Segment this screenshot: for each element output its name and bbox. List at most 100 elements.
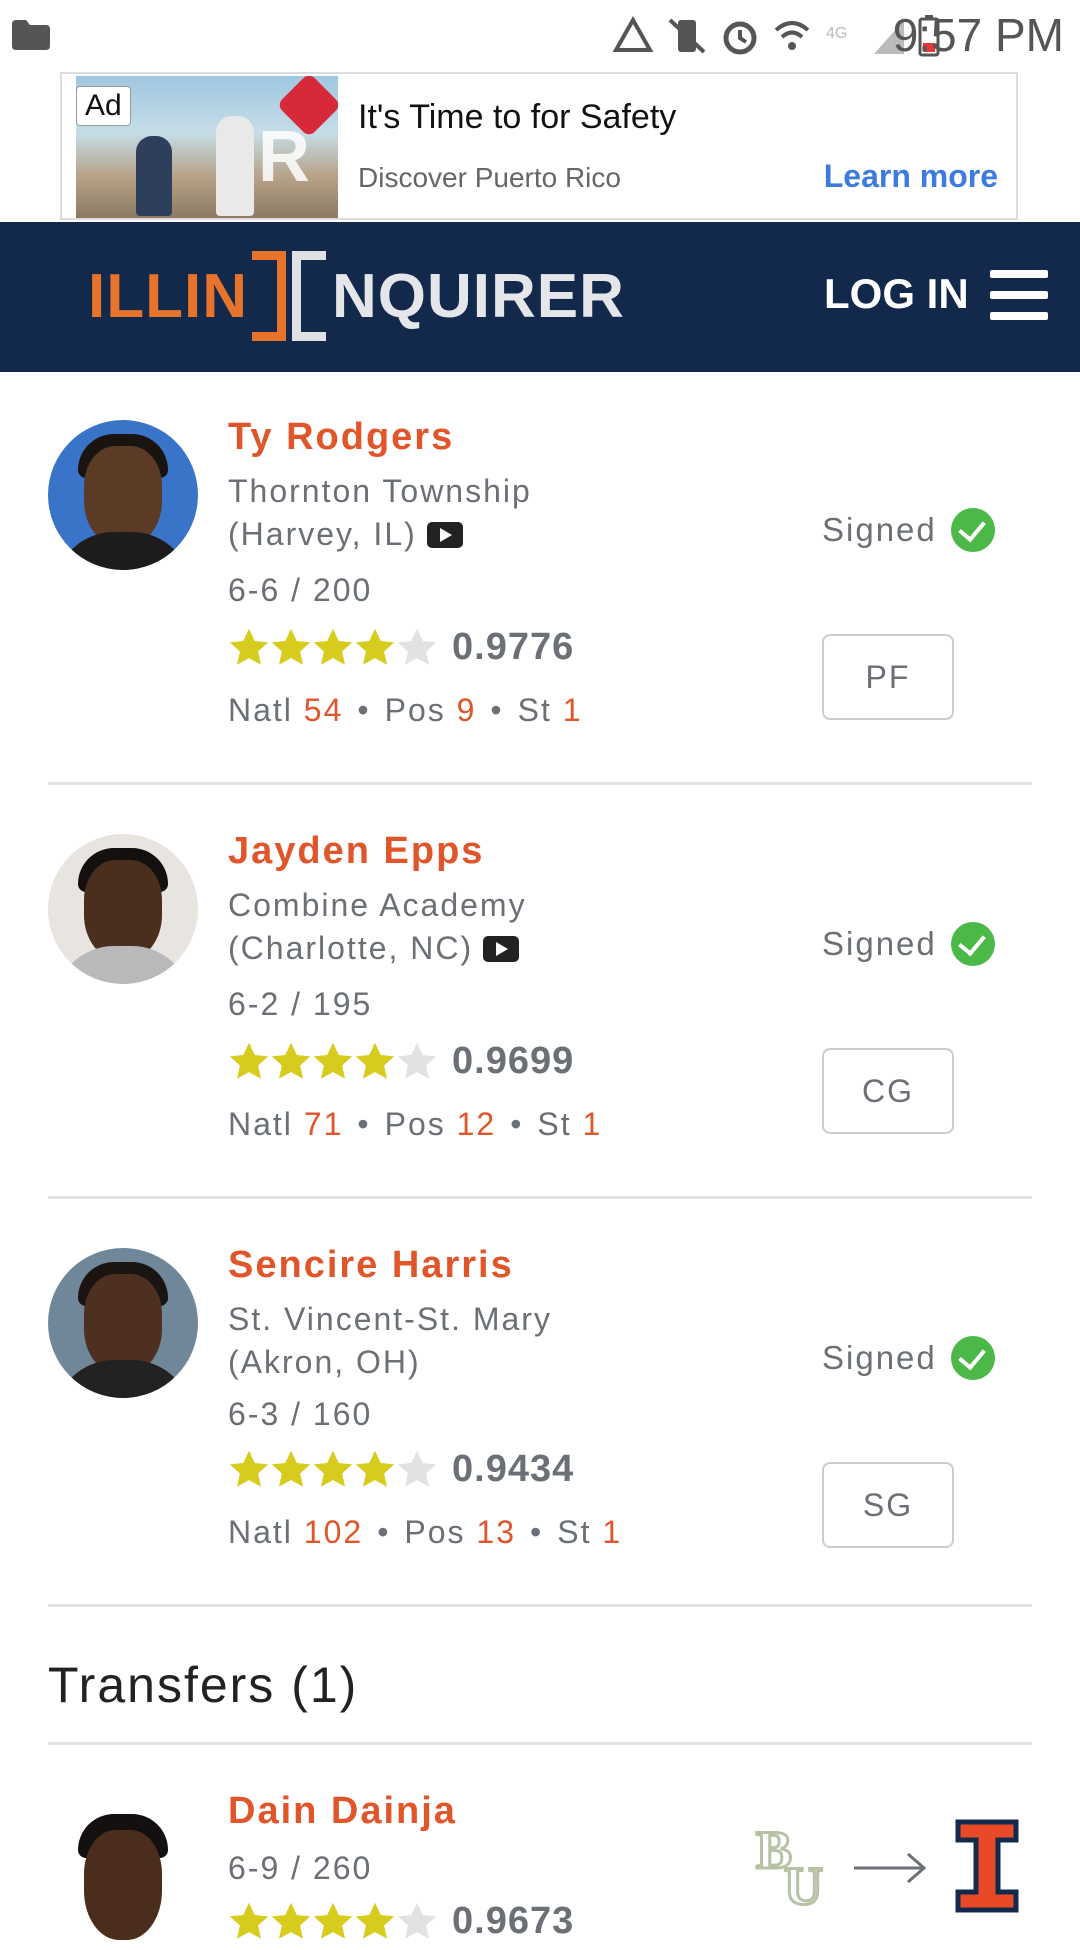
divider [48,1742,1032,1745]
height-weight: 6-2 / 195 [228,986,373,1022]
star-icon [229,628,269,665]
video-icon[interactable] [426,522,463,548]
arrow-right-icon [854,1852,927,1884]
wifi-icon [774,21,810,50]
recruit-card[interactable]: Ty Rodgers Thornton Township (Harvey, IL… [48,378,1032,792]
star-icon [313,1450,353,1487]
login-button[interactable]: LOG IN [824,270,969,318]
star-icon [355,1042,395,1079]
height-weight: 6-6 / 200 [228,572,373,608]
ad-title[interactable]: It's Time to for Safety [358,98,676,137]
player-name[interactable]: Sencire Harris [228,1244,514,1287]
rating-score: 0.9776 [452,626,575,668]
star-icon [271,1902,311,1939]
rating-score: 0.9699 [452,1040,575,1082]
star-rating: 0.9776 [228,626,574,669]
rankings: Natl 54 • Pos 9 • St 1 [228,692,583,728]
hamburger-menu-icon[interactable] [990,270,1048,320]
signing-status: Signed [822,508,995,552]
school-name: Thornton Township [228,473,532,509]
logo-bracket-right [291,251,326,341]
site-header: ILLIN NQUIRER LOG IN [0,222,1080,372]
signing-status: Signed [822,922,995,966]
state-rank[interactable]: 1 [563,692,583,728]
player-school: St. Vincent-St. Mary (Akron, OH) [228,1298,648,1384]
illinois-logo[interactable] [954,1818,1020,1914]
position-badge: SG [822,1462,954,1548]
star-icon [229,1042,269,1079]
school-location: (Akron, OH) [228,1344,421,1380]
star-empty-icon [397,1042,437,1079]
divider [48,782,1032,785]
rankings: Natl 102 • Pos 13 • St 1 [228,1514,623,1550]
position-badge: PF [822,634,954,720]
ad-banner[interactable]: R Ad It's Time to for Safety Discover Pu… [60,72,1018,220]
check-icon [950,922,995,966]
star-icon [229,1902,269,1939]
rankings: Natl 71 • Pos 12 • St 1 [228,1106,603,1142]
player-school: Combine Academy (Charlotte, NC) [228,884,648,970]
position-rank[interactable]: 9 [457,692,477,728]
baylor-logo[interactable]: B U [754,1818,834,1909]
national-rank[interactable]: 71 [304,1106,344,1142]
star-rating: 0.9673 [228,1900,574,1943]
rating-score: 0.9673 [452,1900,575,1942]
player-name[interactable]: Dain Dainja [228,1790,457,1833]
star-icon [271,1042,311,1079]
school-name: St. Vincent-St. Mary [228,1301,552,1337]
school-location: (Harvey, IL) [228,516,417,552]
player-avatar[interactable] [48,1248,198,1398]
alarm-icon [723,21,757,55]
star-icon [313,628,353,665]
player-avatar[interactable] [48,1800,198,1950]
position-rank[interactable]: 13 [476,1514,516,1550]
height-weight: 6-3 / 160 [228,1396,373,1432]
rating-score: 0.9434 [452,1448,575,1490]
player-name[interactable]: Ty Rodgers [228,416,454,459]
national-rank[interactable]: 102 [304,1514,363,1550]
star-empty-icon [397,628,437,665]
state-rank[interactable]: 1 [583,1106,603,1142]
divider [48,1196,1032,1199]
learn-more-link[interactable]: Learn more [824,158,998,195]
school-location: (Charlotte, NC) [228,930,474,966]
player-school: Thornton Township (Harvey, IL) [228,470,648,556]
star-icon [271,1450,311,1487]
logo-text-right: NQUIRER [331,261,625,331]
position-rank[interactable]: 12 [457,1106,497,1142]
star-icon [271,628,311,665]
player-avatar[interactable] [48,420,198,570]
player-avatar[interactable] [48,834,198,984]
signing-status: Signed [822,1336,995,1380]
folder-icon [12,20,50,50]
star-rating: 0.9699 [228,1040,574,1083]
star-rating: 0.9434 [228,1448,574,1491]
player-name[interactable]: Jayden Epps [228,830,484,873]
video-icon[interactable] [483,936,520,962]
vibrate-mute-icon [668,18,706,54]
position-badge: CG [822,1048,954,1134]
site-logo[interactable]: ILLIN NQUIRER [88,248,625,344]
check-icon [950,1336,995,1380]
national-rank[interactable]: 54 [304,692,344,728]
status-label: Signed [822,511,937,548]
clock: 9:57 PM [892,9,1064,61]
status-label: Signed [822,1339,937,1376]
star-icon [355,1902,395,1939]
star-empty-icon [397,1902,437,1939]
lte-icon: 4G [826,25,847,42]
recruit-card[interactable]: Sencire Harris St. Vincent-St. Mary (Akr… [48,1206,1032,1620]
ad-subtitle: Discover Puerto Rico [358,162,621,193]
divider [48,1604,1032,1607]
star-icon [355,628,395,665]
logo-bracket-left [251,251,286,341]
transfers-heading: Transfers (1) [48,1657,359,1713]
school-name: Combine Academy [228,887,527,923]
star-icon [229,1450,269,1487]
status-label: Signed [822,925,937,962]
recycle-icon [612,16,654,52]
state-rank[interactable]: 1 [602,1514,622,1550]
recruit-card[interactable]: Jayden Epps Combine Academy (Charlotte, … [48,792,1032,1206]
logo-text-left: ILLIN [88,261,248,331]
star-icon [355,1450,395,1487]
